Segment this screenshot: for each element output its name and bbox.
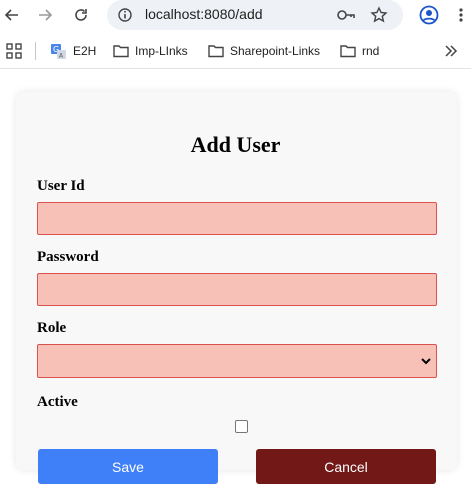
role-select[interactable]	[37, 344, 437, 378]
bookmark-label: E2H	[73, 44, 97, 58]
folder-icon	[113, 45, 129, 58]
menu-dots-icon[interactable]	[449, 3, 471, 27]
password-input[interactable]	[37, 273, 437, 306]
reload-icon[interactable]	[69, 3, 93, 27]
bookmark-label: Sharepoint-Links	[230, 44, 321, 58]
translate-icon: GA	[51, 43, 66, 59]
user-id-label: User Id	[37, 178, 85, 194]
page-title: Add User	[190, 132, 281, 157]
bookmarks-bar: GA E2H Imp-LInks Sharepoint-Links rnd	[0, 33, 471, 69]
url-text[interactable]: localhost:8080/add	[145, 6, 263, 22]
folder-icon	[208, 45, 224, 58]
folder-icon	[340, 45, 356, 58]
save-button[interactable]: Save	[38, 449, 218, 484]
bookmark-rnd[interactable]: rnd	[340, 42, 379, 60]
active-label: Active	[37, 394, 78, 410]
bookmarks-separator	[35, 42, 36, 60]
bookmark-star-icon[interactable]	[367, 3, 391, 27]
bookmark-imp-links[interactable]: Imp-LInks	[113, 42, 188, 60]
bookmark-label: Imp-LInks	[135, 44, 188, 58]
active-checkbox[interactable]	[235, 420, 248, 433]
user-id-input[interactable]	[37, 202, 437, 235]
cancel-button[interactable]: Cancel	[256, 449, 436, 484]
more-bookmarks-icon[interactable]	[444, 42, 458, 60]
bookmark-e2h[interactable]: GA E2H	[50, 42, 96, 60]
browser-toolbar: localhost:8080/add	[0, 0, 471, 31]
site-info-icon[interactable]	[113, 3, 137, 27]
bookmark-label: rnd	[362, 44, 380, 58]
chevron-down-icon	[420, 354, 432, 372]
forward-icon[interactable]	[33, 3, 57, 27]
bookmark-sharepoint-links[interactable]: Sharepoint-Links	[208, 42, 320, 60]
password-key-icon[interactable]	[334, 3, 358, 27]
apps-grid-icon[interactable]	[6, 42, 22, 60]
profile-icon[interactable]	[417, 3, 441, 27]
role-label: Role	[37, 320, 67, 336]
password-label: Password	[37, 249, 99, 265]
back-icon[interactable]	[0, 3, 24, 27]
